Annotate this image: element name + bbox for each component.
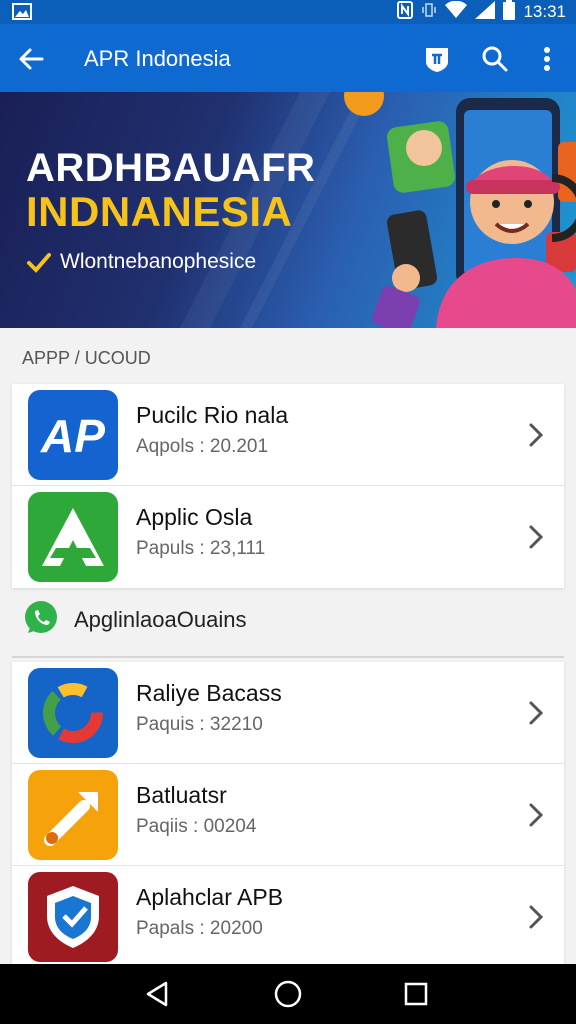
app-meta: Paquis : 32210 <box>136 714 263 735</box>
nfc-icon <box>397 0 414 24</box>
a-logo-icon <box>28 492 118 582</box>
chevron-right-icon <box>522 902 550 932</box>
shield-action-icon[interactable] <box>420 42 454 76</box>
app-name: Applic Osla <box>136 504 253 530</box>
app-name: Pucilc Rio nala <box>136 402 289 428</box>
more-options-icon[interactable] <box>530 42 564 76</box>
list-item[interactable]: Aplahclar APB Papals : 20200 <box>12 866 564 968</box>
back-nav-icon[interactable] <box>142 978 174 1010</box>
shield-logo-icon <box>28 872 118 962</box>
ap-logo-icon: AP <box>28 390 118 480</box>
app-list-card-2: Raliye Bacass Paquis : 32210 Batluatsr P… <box>12 662 564 968</box>
list-item[interactable]: Batluatsr Paqiis : 00204 <box>12 764 564 866</box>
search-icon[interactable] <box>478 42 512 76</box>
app-list-card: AP Pucilc Rio nala Aqpols : 20.201 Appli… <box>12 384 564 588</box>
chevron-right-icon <box>522 698 550 728</box>
banner-subtitle: Wlontnebanophesice <box>60 250 257 273</box>
app-name: Aplahclar APB <box>136 884 284 910</box>
section-title: ApglinlaoaOuains <box>74 607 247 632</box>
app-meta: Paqiis : 00204 <box>136 816 257 837</box>
section-header: APPP / UCOUD <box>22 348 151 368</box>
tool-logo-icon <box>28 770 118 860</box>
ring-logo-icon <box>28 668 118 758</box>
chevron-right-icon <box>522 522 550 552</box>
svg-text:AP: AP <box>40 410 105 462</box>
list-item[interactable]: Raliye Bacass Paquis : 32210 <box>12 662 564 764</box>
app-name: Raliye Bacass <box>136 680 282 706</box>
status-bar: 13:31 <box>0 0 576 24</box>
app-meta: Papals : 20200 <box>136 918 263 939</box>
vibrate-icon <box>421 1 437 24</box>
app-bar: APR Indonesia <box>0 24 576 92</box>
system-nav-bar <box>0 964 576 1024</box>
mascot-illustration <box>344 92 576 328</box>
banner-title-line1: ARDHBAUAFR <box>26 146 316 190</box>
section-header-2: ApglinlaoaOuains <box>22 600 246 640</box>
battery-icon <box>503 0 516 25</box>
promo-banner[interactable]: ARDHBAUAFR INDNANESIA Wlontnebanophesice <box>0 92 576 328</box>
check-icon <box>26 250 52 281</box>
recents-nav-icon[interactable] <box>400 978 432 1010</box>
divider <box>12 656 564 658</box>
back-arrow-icon[interactable] <box>14 42 48 76</box>
clock: 13:31 <box>523 2 566 21</box>
banner-title-line2: INDNANESIA <box>26 188 293 235</box>
chevron-right-icon <box>522 800 550 830</box>
app-meta: Papuls : 23,111 <box>136 538 266 559</box>
whatsapp-icon <box>22 599 60 642</box>
app-meta: Aqpols : 20.201 <box>136 436 269 457</box>
app-name: Batluatsr <box>136 782 227 808</box>
signal-icon <box>475 0 496 24</box>
home-nav-icon[interactable] <box>272 978 304 1010</box>
page-title: APR Indonesia <box>84 46 231 71</box>
gallery-notification-icon <box>12 3 32 25</box>
chevron-right-icon <box>522 420 550 450</box>
list-item[interactable]: Applic Osla Papuls : 23,111 <box>12 486 564 588</box>
list-item[interactable]: AP Pucilc Rio nala Aqpols : 20.201 <box>12 384 564 486</box>
wifi-icon <box>445 0 468 24</box>
